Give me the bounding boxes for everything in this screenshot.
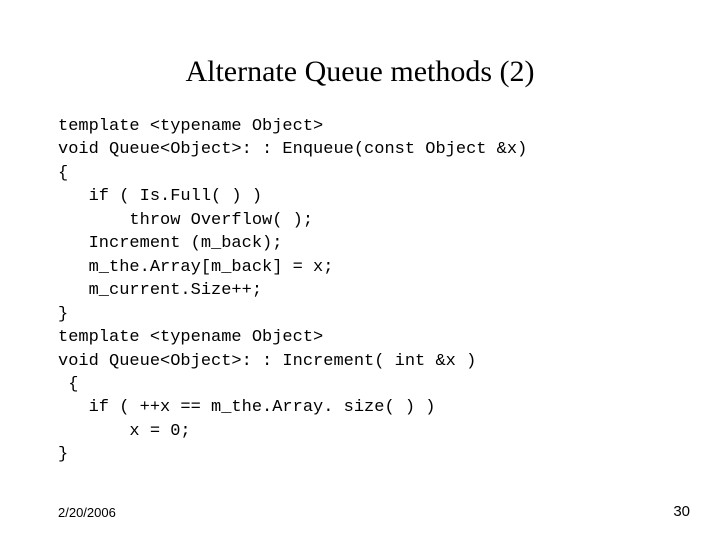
code-line: template <typename Object> — [58, 117, 323, 136]
code-line: void Queue<Object>: : Increment( int &x … — [58, 352, 476, 371]
code-line: throw Overflow( ); — [58, 211, 313, 230]
code-line: Increment (m_back); — [58, 234, 282, 253]
code-line: void Queue<Object>: : Enqueue(const Obje… — [58, 140, 527, 159]
code-line: template <typename Object> — [58, 328, 323, 347]
code-line: x = 0; — [58, 422, 191, 441]
code-line: { — [58, 164, 68, 183]
code-line: if ( Is.Full( ) ) — [58, 187, 262, 206]
footer-page-number: 30 — [673, 503, 690, 520]
footer-date: 2/20/2006 — [58, 505, 116, 520]
code-line: m_the.Array[m_back] = x; — [58, 258, 333, 277]
slide: Alternate Queue methods (2) template <ty… — [0, 0, 720, 540]
code-line: } — [58, 305, 68, 324]
code-line: { — [58, 375, 78, 394]
code-line: m_current.Size++; — [58, 281, 262, 300]
code-line: } — [58, 445, 68, 464]
code-line: if ( ++x == m_the.Array. size( ) ) — [58, 398, 435, 417]
slide-title: Alternate Queue methods (2) — [0, 55, 720, 89]
code-block: template <typename Object> void Queue<Ob… — [58, 115, 527, 467]
